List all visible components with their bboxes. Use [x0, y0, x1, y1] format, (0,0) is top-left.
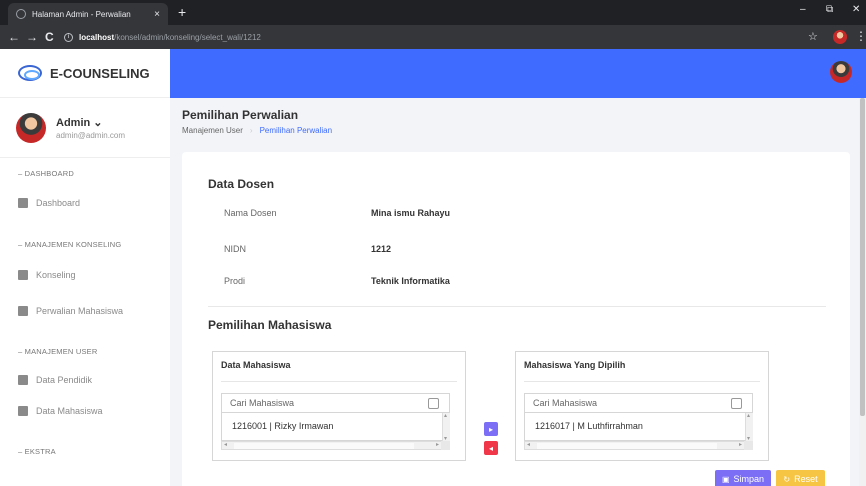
sidebar-item-pendidik[interactable]: Data Pendidik — [18, 375, 92, 385]
scroll-corner — [744, 441, 753, 450]
forward-icon[interactable]: → — [26, 30, 38, 44]
sidebar-item-label: Data Mahasiswa — [36, 406, 103, 416]
sidebar-item-label: Perwalian Mahasiswa — [36, 306, 124, 316]
nidn-value: 1212 — [371, 244, 392, 254]
id-card-icon — [18, 375, 28, 385]
scroll-thumb[interactable] — [234, 443, 414, 449]
bookmark-star-icon[interactable]: ☆ — [808, 30, 818, 43]
scroll-thumb[interactable] — [537, 443, 717, 449]
save-icon: ▣ — [721, 474, 730, 484]
window-close-icon[interactable]: ✕ — [852, 4, 860, 15]
sidebar-item-label: Dashboard — [36, 198, 81, 208]
sidebar-item-label: Konseling — [36, 270, 76, 280]
reset-label: Reset — [794, 474, 818, 484]
save-button[interactable]: ▣ Simpan — [715, 470, 771, 486]
data-mahasiswa-box: Data Mahasiswa 1216001 | Rizky Irmawan ◂… — [212, 351, 466, 461]
sidebar-item-label: Data Pendidik — [36, 375, 93, 385]
menu-heading-dashboard: – DASHBOARD — [18, 169, 74, 178]
nama-dosen-label: Nama Dosen — [224, 208, 277, 218]
minimize-icon[interactable]: – — [800, 4, 806, 15]
remove-selected-button[interactable]: ◂ — [484, 441, 498, 455]
box-title: Mahasiswa Yang Dipilih — [524, 360, 626, 370]
browser-tab[interactable]: Halaman Admin - Perwalian × — [8, 3, 168, 25]
konseling-icon — [18, 270, 28, 280]
menu-heading-user: – MANAJEMEN USER — [18, 347, 98, 356]
sidebar-item-perwalian[interactable]: Perwalian Mahasiswa — [18, 306, 123, 316]
nidn-label: NIDN — [224, 244, 246, 254]
menu-heading-konseling: – MANAJEMEN KONSELING — [18, 240, 122, 249]
page-scroll-thumb[interactable] — [860, 98, 865, 416]
sidebar-item-mahasiswa[interactable]: Data Mahasiswa — [18, 406, 103, 416]
list-item[interactable]: 1216017 | M Luthfirrahman — [535, 421, 643, 431]
browser-menu-icon[interactable]: ⋮ — [855, 29, 866, 43]
search-mahasiswa-input[interactable] — [221, 393, 450, 413]
prodi-label: Prodi — [224, 276, 246, 286]
list-item[interactable]: 1216001 | Rizky Irmawan — [232, 421, 333, 431]
back-icon[interactable]: ← — [8, 30, 20, 44]
sidebar-item-konseling[interactable]: Konseling — [18, 270, 76, 280]
reset-button[interactable]: ↻ Reset — [776, 470, 825, 486]
header-avatar[interactable] — [830, 61, 852, 83]
user-panel[interactable]: Admin ⌄ admin@admin.com — [0, 98, 170, 158]
scroll-left-icon[interactable]: ◂ — [224, 441, 227, 448]
restore-icon[interactable]: ⧉ — [826, 4, 833, 15]
breadcrumb-separator-icon: › — [249, 126, 253, 135]
save-label: Simpan — [733, 474, 765, 484]
brand[interactable]: E-COUNSELING — [0, 49, 170, 98]
url-host: localhost — [79, 32, 115, 42]
nama-dosen-value: Mina ismu Rahayu — [371, 208, 451, 218]
select-all-checkbox[interactable] — [731, 398, 742, 409]
info-icon[interactable]: i — [64, 32, 73, 42]
users-icon — [18, 306, 28, 316]
page-scrollbar[interactable] — [859, 98, 866, 486]
tab-title: Halaman Admin - Perwalian — [32, 9, 131, 19]
list-horizontal-scrollbar[interactable]: ◂ ▸ — [221, 441, 450, 450]
box-title: Data Mahasiswa — [221, 360, 291, 370]
select-all-checkbox[interactable] — [428, 398, 439, 409]
search-dipilih-input[interactable] — [524, 393, 753, 413]
menu-heading-ekstra: – EKSTRA — [18, 447, 56, 456]
user-name[interactable]: Admin ⌄ — [56, 116, 125, 129]
list-horizontal-scrollbar[interactable]: ◂ ▸ — [524, 441, 753, 450]
data-dosen-title: Data Dosen — [208, 177, 275, 191]
loading-icon — [16, 9, 26, 19]
mahasiswa-dipilih-box: Mahasiswa Yang Dipilih 1216017 | M Luthf… — [515, 351, 769, 461]
url-path: /konsel/admin/konseling/select_wali/1212 — [114, 32, 261, 42]
dipilih-list[interactable]: 1216017 | M Luthfirrahman — [524, 413, 753, 441]
scroll-corner — [441, 441, 450, 450]
dashboard-grid-icon — [18, 198, 28, 208]
profile-avatar-icon[interactable] — [833, 30, 847, 44]
mahasiswa-list[interactable]: 1216001 | Rizky Irmawan — [221, 413, 450, 441]
student-card-icon — [18, 406, 28, 416]
reset-icon: ↻ — [783, 474, 791, 484]
scroll-right-icon[interactable]: ▸ — [739, 441, 742, 448]
sidebar-item-dashboard[interactable]: Dashboard — [18, 198, 80, 208]
avatar — [16, 112, 46, 143]
scroll-left-icon[interactable]: ◂ — [527, 441, 530, 448]
pemilihan-mahasiswa-title: Pemilihan Mahasiswa — [208, 318, 332, 332]
breadcrumb: Manajemen User › Pemilihan Perwalian — [182, 126, 332, 135]
browser-tabbar: Halaman Admin - Perwalian × + – ⧉ ✕ — [0, 0, 866, 25]
top-header — [170, 49, 866, 98]
user-email: admin@admin.com — [56, 130, 126, 140]
brand-logo-icon — [18, 65, 42, 81]
add-selected-button[interactable]: ▸ — [484, 422, 498, 436]
list-vertical-scrollbar[interactable] — [745, 412, 753, 442]
prodi-value: Teknik Informatika — [371, 276, 450, 286]
browser-address-bar: ← → C i localhost/konsel/admin/konseling… — [0, 25, 866, 49]
sidebar: E-COUNSELING Admin ⌄ admin@admin.com — [0, 49, 170, 486]
breadcrumb-current: Pemilihan Perwalian — [259, 126, 333, 135]
new-tab-icon[interactable]: + — [178, 4, 186, 20]
tab-close-icon[interactable]: × — [154, 9, 160, 20]
page-title: Pemilihan Perwalian — [182, 108, 299, 122]
section-divider — [208, 306, 826, 307]
brand-name: E-COUNSELING — [50, 65, 150, 81]
list-vertical-scrollbar[interactable] — [442, 412, 450, 442]
box-divider — [221, 381, 457, 382]
url-field[interactable]: i localhost/konsel/admin/konseling/selec… — [64, 29, 804, 45]
scroll-right-icon[interactable]: ▸ — [436, 441, 439, 448]
reload-icon[interactable]: C — [45, 30, 54, 44]
breadcrumb-root[interactable]: Manajemen User — [182, 126, 243, 135]
box-divider — [524, 381, 760, 382]
